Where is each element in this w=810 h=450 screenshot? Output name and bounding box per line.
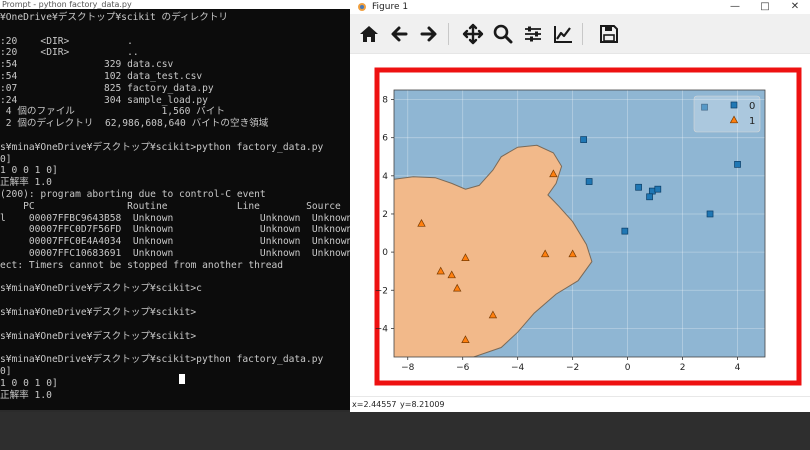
console-line: s¥mina¥OneDrive¥デスクトップ¥scikit>c [0,283,202,295]
console-line: PC Routine Line Source [0,200,341,212]
console-line: :07 825 factory_data.py [0,82,214,94]
console-line: 0] [0,153,12,165]
console-line: :20 <DIR> . [0,35,133,47]
decision-region-plot[interactable]: −8 −6 −4 −2 0 2 4 −4 −2 0 2 4 6 8 0 1 [350,54,810,396]
console-line: :54 102 data_test.csv [0,71,203,82]
save-icon [600,25,618,43]
matplotlib-figure-window[interactable]: Figure 1 — □ ✕ −8 −6 −4 −2 0 2 4 −4 −2 0… [350,0,810,412]
console-line: 1 0 0 1 0] [0,165,58,177]
arrow-left-icon [391,26,408,42]
edit-axes-button[interactable] [550,21,576,47]
save-button[interactable] [596,21,622,47]
console-line: s¥mina¥OneDrive¥デスクトップ¥scikit> [0,307,197,318]
status-bar: x=2.44557 y=8.21009 [350,396,810,412]
home-icon [360,26,378,42]
line-chart-icon [554,26,572,43]
forward-button[interactable] [416,21,442,47]
console-line: l 00007FFBC9643B58 Unknown Unknown Unkno… [0,212,350,224]
text-cursor [179,374,185,384]
y-tick-label: 8 [382,96,388,106]
console-line: ect: Timers cannot be stopped from anoth… [0,259,284,271]
y-tick-label: −2 [375,286,388,296]
console-line: 0] [0,366,12,377]
data-point-class-0 [646,193,653,201]
command-prompt-window[interactable]: Prompt - python factory_data.py ¥OneDriv… [0,0,350,410]
taskbar-area [0,412,810,450]
x-tick-label: −6 [456,363,470,373]
console-line: s¥mina¥OneDrive¥デスクトップ¥scikit>python fac… [0,354,324,366]
legend-label: 1 [749,116,755,127]
figure-titlebar[interactable]: Figure 1 — □ ✕ [350,0,810,14]
console-line: (200): program aborting due to control-C… [0,189,266,200]
console-line: s¥mina¥OneDrive¥デスクトップ¥scikit>python fac… [0,141,324,153]
x-tick-label: 0 [625,363,631,373]
arrow-right-icon [420,26,437,42]
home-button[interactable] [356,21,382,47]
zoom-icon [493,24,513,44]
toolbar-separator [582,23,583,45]
minimize-button[interactable]: — [720,0,750,14]
console-output[interactable]: ¥OneDrive¥デスクトップ¥scikit のディレクトリ :20 <DIR>… [0,12,350,410]
figure-title: Figure 1 [372,2,409,12]
y-tick-label: 6 [382,134,388,144]
cursor-y-readout: y=8.21009 [400,400,445,409]
back-button[interactable] [386,21,412,47]
console-line: 2 個のディレクトリ 62,986,608,640 バイトの空き領域 [0,118,269,130]
data-point-class-0 [654,185,662,193]
matplotlib-app-icon [358,3,366,11]
x-tick-label: 2 [680,363,686,373]
y-tick-label: 0 [382,248,388,258]
console-line: :24 304 sample_load.py [0,94,208,106]
console-line: 00007FFC0E4A4034 Unknown Unknown Unknown [0,236,350,248]
console-line: s¥mina¥OneDrive¥デスクトップ¥scikit> [0,330,197,342]
console-line: 00007FFC0D7F56FD Unknown Unknown Unknown [0,224,350,236]
maximize-button[interactable]: □ [750,0,780,14]
console-line: 正解率 1.0 [0,389,52,401]
console-line: 正解率 1.0 [0,177,52,189]
y-tick-label: 4 [382,172,388,182]
data-point-class-0 [734,161,741,168]
data-point-class-0 [580,136,587,143]
x-tick-label: −4 [511,363,525,373]
x-tick-label: −2 [566,363,579,373]
data-point-class-0 [585,178,593,185]
console-line: :54 329 data.csv [0,59,174,71]
console-line: ¥OneDrive¥デスクトップ¥scikit のディレクトリ [0,12,229,23]
close-button[interactable]: ✕ [780,0,810,14]
legend-marker-0 [730,101,738,109]
console-line: 00007FFC10683691 Unknown Unknown Unknown [0,248,350,259]
sliders-icon [525,26,541,42]
data-point-class-0 [648,187,656,195]
move-icon [462,23,484,45]
console-line: 4 個のファイル 1,560 バイト [0,106,225,118]
data-point-class-0 [706,210,714,218]
console-line: :20 <DIR> .. [0,47,139,59]
toolbar-separator [448,23,449,45]
console-title: Prompt - python factory_data.py [0,0,350,9]
data-point-class-0 [635,183,642,191]
configure-subplots-button[interactable] [520,21,546,47]
data-point-class-0 [621,227,629,235]
console-line: 1 0 0 1 0] [0,377,58,389]
y-tick-label: 2 [382,210,388,220]
cursor-x-readout: x=2.44557 [352,400,397,409]
figure-canvas[interactable]: −8 −6 −4 −2 0 2 4 −4 −2 0 2 4 6 8 0 1 [350,54,810,396]
navigation-toolbar [350,14,810,54]
x-tick-label: 4 [735,363,741,373]
x-tick-label: −8 [401,363,415,373]
y-tick-label: −4 [375,324,389,334]
pan-button[interactable] [460,21,486,47]
legend-label: 0 [749,101,755,112]
zoom-button[interactable] [490,21,516,47]
